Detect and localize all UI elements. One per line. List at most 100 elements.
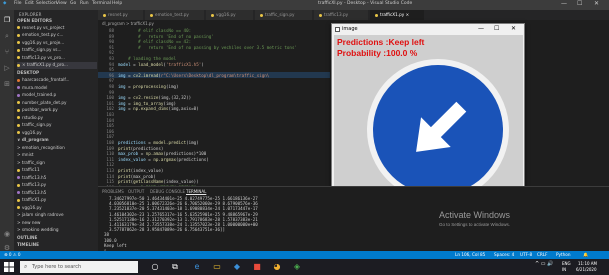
code-line[interactable]: print(predictions) [118,146,163,151]
file-explorer-icon[interactable]: ▭ [212,262,222,272]
explorer-item[interactable]: traffic13.h5 [17,175,97,182]
account-icon[interactable]: ◉ [3,230,11,238]
tab-emotion-test[interactable]: emotion_test.py [145,10,205,20]
code-line[interactable]: # return 'End of no passing' [118,34,214,39]
notifications-icon[interactable]: 🔔 [583,251,588,259]
explorer-item[interactable]: > traffic_sign [17,160,97,167]
menu-go[interactable]: Go [70,1,76,6]
explorer-item[interactable]: traffic13.py [17,182,97,189]
explorer-item[interactable]: resnet.py vs_project [17,25,97,32]
explorer-item[interactable]: > jalam singh radrove [17,212,97,219]
explorer-item[interactable]: > emotion_recognition [17,145,97,152]
menu-edit[interactable]: Edit [25,1,34,6]
explorer-item[interactable]: haarcascade_frontalf... [17,77,97,84]
windows-start-icon[interactable] [4,262,14,272]
explorer-item[interactable]: rstudio.py [17,115,97,122]
code-line[interactable]: img = cv2.resize(img,(32,32)) [118,95,191,100]
files-icon[interactable]: ❐ [3,16,11,24]
explorer-item[interactable]: > smokino wedding [17,227,97,234]
code-line[interactable]: model = load_model('trafficX1.h5') [118,62,204,67]
office-icon[interactable]: ■ [252,262,262,272]
language-mode[interactable]: Python [556,251,571,259]
indentation[interactable]: Spaces: 4 [494,251,514,259]
explorer-item[interactable]: × trafficX1.py d_pro... [17,62,97,69]
menu-terminal[interactable]: Terminal [92,1,111,6]
maximize-icon[interactable]: ☐ [577,0,582,7]
search-icon[interactable]: ⌕ [3,32,11,40]
close-icon[interactable]: ✕ [594,0,599,7]
run-debug-icon[interactable]: ▷ [3,64,11,72]
python-app-icon[interactable]: ◈ [292,262,302,272]
vscode-taskbar-icon[interactable]: ◆ [232,262,242,272]
explorer-item[interactable]: vgg16.py [17,130,97,137]
menu-run[interactable]: Run [80,1,89,6]
cortana-icon[interactable]: ○ [150,262,160,272]
menu-view[interactable]: View [56,1,67,6]
cursor-position[interactable]: Ln 106, Col 85 [455,251,485,259]
source-control-icon[interactable]: ⑂ [3,48,11,56]
code-line[interactable]: # loading the model [118,56,176,61]
explorer-item[interactable]: traffic13.py vs_pro... [17,55,97,62]
code-line[interactable]: print(getClassName(index_value)) [118,179,199,184]
explorer-item[interactable]: traffic_sign.py [17,122,97,129]
tab-problems[interactable]: PROBLEMS [102,189,124,194]
clock-date[interactable]: 6/21/2020 [576,267,597,272]
tab-output[interactable]: OUTPUT [128,189,144,194]
app-icon[interactable]: ◕ [272,262,282,272]
explorer-item[interactable]: number_plate_det.py [17,100,97,107]
explorer-item[interactable]: emotion_test.py c... [17,32,97,39]
explorer-item[interactable]: pushbar_work.py [17,107,97,114]
clock-time[interactable]: 11:10 AM [578,261,597,266]
code-editor[interactable]: 88 # elif classNo == 40: 89 # return 'End… [98,27,330,186]
explorer-section[interactable]: DESKTOP [17,70,97,77]
code-line[interactable]: img = np.expand_dims(img,axis=0) [118,106,199,111]
explorer-item[interactable]: traffic13.h5 [17,190,97,197]
tab-resnet[interactable]: resnet.py [98,10,144,20]
tab-traffic-sign[interactable]: traffic_sign.py [255,10,313,20]
menu-file[interactable]: File [14,1,22,6]
tab-vgg16[interactable]: vgg16.py [206,10,254,20]
problems-count[interactable]: ⊗ 0 ⚠ 0 [4,251,21,259]
language-indicator[interactable]: ENG [562,261,571,266]
code-line[interactable]: print(index_value) [118,168,163,173]
code-line[interactable]: max_prob = np.amax(predictions)*100 [118,151,206,156]
explorer-section[interactable]: ∨ dl_program [17,137,97,144]
line-ending[interactable]: CRLF [537,251,548,259]
image-minimize-icon[interactable]: — [478,25,484,32]
explorer-item[interactable]: > new new [17,220,97,227]
edge-icon[interactable]: e [192,262,202,272]
explorer-item[interactable]: traffic11 [17,167,97,174]
tab-terminal[interactable]: TERMINAL [186,189,206,194]
encoding[interactable]: UTF-8 [520,251,532,259]
extensions-icon[interactable]: ⊞ [3,80,11,88]
image-maximize-icon[interactable]: ☐ [494,25,499,32]
code-line[interactable]: img = img_to_array(img) [118,101,176,106]
code-line[interactable]: img = cv2.imread(r"C:\Users\Desktop\dl_p… [118,73,269,78]
explorer-section[interactable]: TIMELINE [17,242,97,249]
tab-trafficx1[interactable]: trafficX1.py × [370,10,425,20]
menu-help[interactable]: Help [112,1,122,6]
code-line[interactable]: predictions = model.predict(img) [118,140,199,145]
explorer-item[interactable]: > mnist [17,152,97,159]
explorer-item[interactable]: traffic_sign.py vs... [17,47,97,54]
vscode-logo-icon[interactable]: ◆ [3,1,6,6]
code-line[interactable]: img = preprocessing(img) [118,84,179,89]
image-close-icon[interactable]: ✕ [511,25,516,32]
menu-selection[interactable]: Selection [36,1,57,6]
minimize-icon[interactable]: — [561,0,567,7]
explorer-item[interactable]: trafficX1.py [17,197,97,204]
code-line[interactable]: # return 'End of no passing by vechiles … [118,45,297,50]
taskbar-search-input[interactable]: Type here to search [20,261,138,273]
explorer-item[interactable]: mura.model [17,85,97,92]
code-line[interactable]: index_value = np.argmax(predictions) [118,157,209,162]
task-view-icon[interactable]: ⧉ [170,262,180,272]
explorer-item[interactable]: vgg16.py vs_proje... [17,40,97,47]
code-line[interactable]: print(max_prob) [118,174,156,179]
explorer-item[interactable]: vgg16.py [17,205,97,212]
tray-icons[interactable]: ^ ▭ 🔊 [535,261,553,267]
explorer-section[interactable]: OUTLINE [17,235,97,242]
code-line[interactable]: # elif classNo == 40: [118,28,191,33]
tab-traffic13[interactable]: traffic13.py [314,10,369,20]
code-line[interactable]: # elif classNo == 42: [118,39,191,44]
tab-debug-console[interactable]: DEBUG CONSOLE [150,189,185,194]
